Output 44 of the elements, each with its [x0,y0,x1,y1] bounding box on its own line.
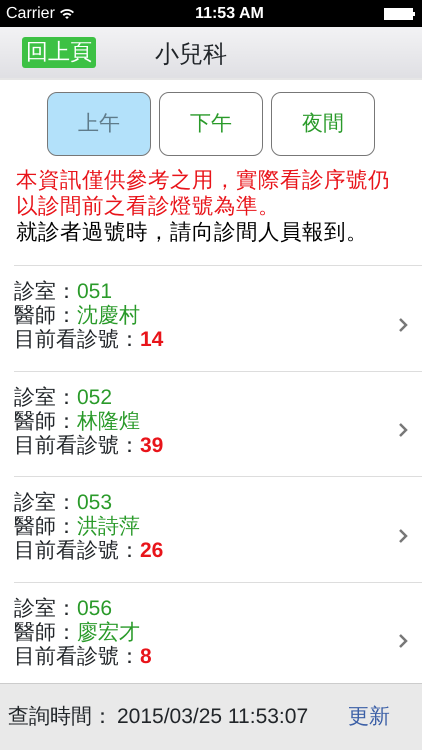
room-row[interactable]: 診室：051 醫師：沈慶村 目前看診號：14 [14,265,422,371]
room-number: 053 [77,491,112,514]
query-time-label: 查詢時間： [8,704,113,730]
doctor-name: 沈慶村 [77,304,140,328]
room-number: 052 [77,386,112,409]
queue-label: 目前看診號： [14,434,140,457]
queue-number: 14 [140,328,164,352]
queue-number: 8 [140,644,152,668]
room-number: 056 [77,596,112,620]
battery-icon [384,8,416,20]
doctor-name: 林隆煌 [77,410,140,433]
segment-tab[interactable]: 下午 [159,92,263,156]
room-row[interactable]: 診室：052 醫師：林隆煌 目前看診號：39 [14,370,422,476]
query-time: 2015/03/25 11:53:07 [117,704,308,730]
chevron-icon [398,528,408,544]
room-label: 診室： [14,596,77,620]
notice-text: 就診者過號時，請向診間人員報到。 [16,220,369,246]
queue-number: 39 [140,434,164,457]
room-label: 診室： [14,280,77,304]
doctor-name: 洪詩萍 [77,515,140,538]
room-label: 診室： [14,491,77,514]
wifi-icon [58,8,75,20]
queue-number: 26 [140,539,164,562]
doctor-label: 醫師： [14,515,77,538]
chevron-icon [398,633,408,650]
carrier-name: Carrier [6,4,55,24]
queue-label: 目前看診號： [14,328,140,352]
queue-label: 目前看診號： [14,539,140,562]
chevron-icon [398,316,408,333]
room-row[interactable]: 診室：053 醫師：洪詩萍 目前看診號：26 [14,476,422,582]
status-time: 11:53 AM [195,4,264,24]
doctor-label: 醫師： [14,304,77,328]
notice-text: 本資訊僅供參考之用，實際看診序號仍以診間前之看診燈號為準。 [16,168,391,220]
segment-tab[interactable]: 上午 [47,92,151,156]
page-title: 小兒科 [155,41,227,68]
doctor-name: 廖宏才 [77,620,140,644]
segment-tab[interactable]: 夜間 [271,92,375,156]
queue-label: 目前看診號： [14,644,140,668]
refresh-button[interactable]: 更新 [348,701,390,733]
doctor-label: 醫師： [14,620,77,644]
room-label: 診室： [14,386,77,409]
doctor-label: 醫師： [14,410,77,433]
room-number: 051 [77,280,112,304]
chevron-icon [398,422,408,438]
